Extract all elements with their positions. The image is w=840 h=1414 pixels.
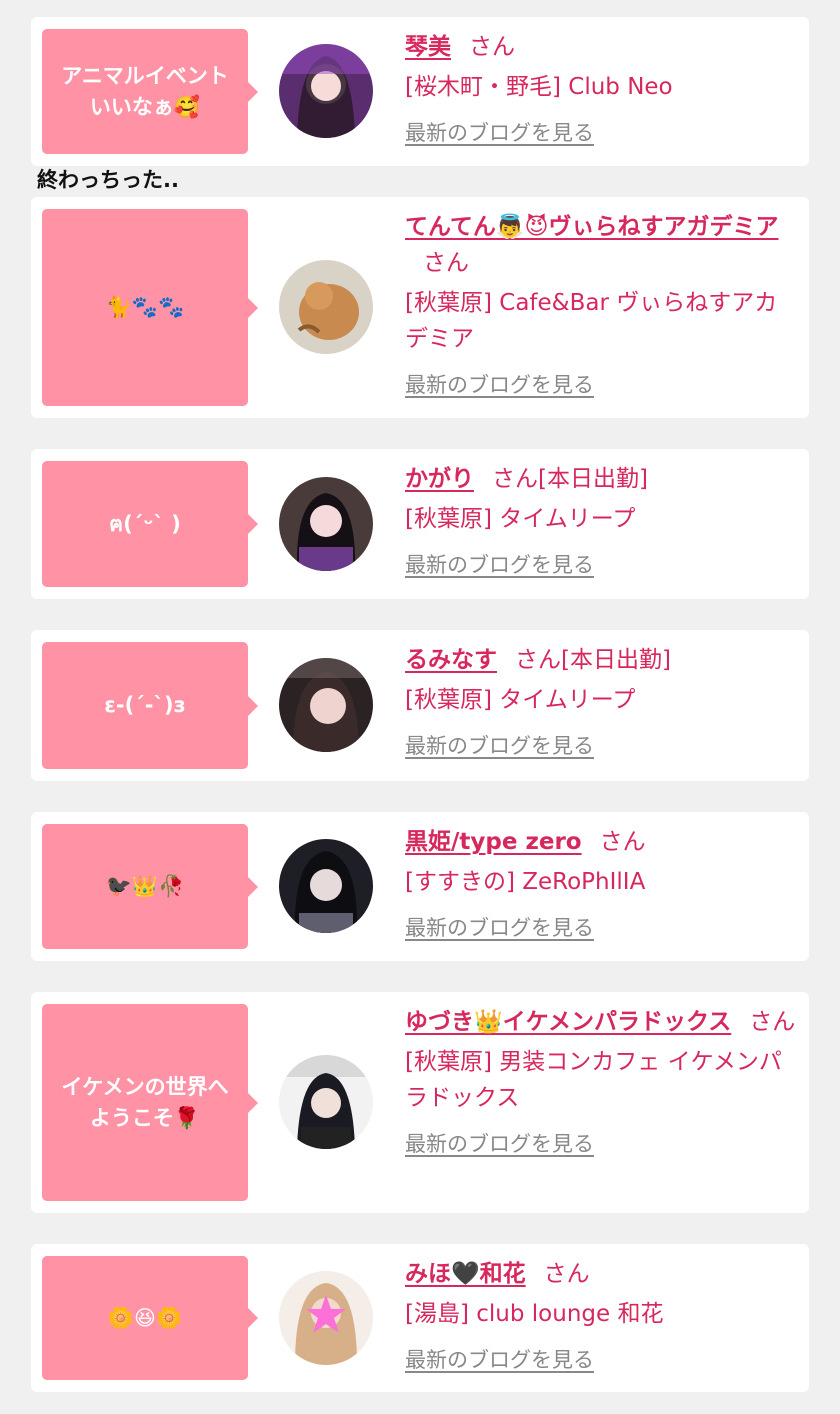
honorific: さん	[749, 1009, 796, 1035]
message-bubble: ฅ(ˊᵕˋ )	[42, 461, 258, 587]
honorific: さん	[515, 647, 561, 673]
shop-info: [秋葉原] タイムリープ	[405, 506, 636, 532]
avatar[interactable]	[279, 260, 373, 354]
avatar[interactable]	[279, 1055, 373, 1149]
honorific: さん	[543, 1261, 590, 1287]
bubble-overflow-text: 終わっちった..	[37, 168, 179, 192]
avatar[interactable]	[279, 44, 373, 138]
message-bubble: イケメンの世界へ ようこそ🌹	[42, 1004, 258, 1201]
honorific: さん	[469, 34, 515, 60]
avatar[interactable]	[279, 658, 373, 752]
cast-name-link[interactable]: みほ🖤和花	[405, 1261, 526, 1287]
duty-badge: [本日出勤]	[561, 647, 671, 673]
post-card[interactable]: ε-(´‐`)з るみなす さん[本日出勤] [秋葉原] タイムリープ 最新のブロ…	[31, 630, 809, 781]
avatar[interactable]	[279, 1271, 373, 1365]
shop-info: [湯島] club lounge 和花	[405, 1301, 664, 1327]
latest-blog-link[interactable]: 最新のブログを見る	[405, 549, 594, 579]
message-bubble: 🌼😆🌼	[42, 1256, 258, 1380]
message-bubble: 🐈🐾🐾	[42, 209, 258, 406]
shop-info: [秋葉原] 男装コンカフェ イケメンパラドックス	[405, 1049, 782, 1111]
cast-name-link[interactable]: かがり	[405, 466, 474, 492]
latest-blog-link[interactable]: 最新のブログを見る	[405, 369, 594, 399]
latest-blog-link[interactable]: 最新のブログを見る	[405, 912, 594, 942]
avatar[interactable]	[279, 477, 373, 571]
post-card[interactable]: ฅ(ˊᵕˋ ) かがり さん[本日出勤] [秋葉原] タイムリープ 最新のブログを…	[31, 449, 809, 599]
message-bubble: アニマルイベント いいなぁ🥰	[42, 29, 258, 154]
post-card[interactable]: 🐦‍⬛👑🥀 黒姫/type zero さん [すすきの] ZeRoPhIlIA 最…	[31, 812, 809, 961]
cast-name-link[interactable]: 黒姫/type zero	[405, 829, 582, 855]
cast-name-link[interactable]: るみなす	[405, 647, 497, 673]
honorific: さん	[423, 250, 469, 276]
duty-badge: [本日出勤]	[538, 466, 648, 492]
latest-blog-link[interactable]: 最新のブログを見る	[405, 1344, 594, 1374]
latest-blog-link[interactable]: 最新のブログを見る	[405, 730, 594, 760]
post-card[interactable]: イケメンの世界へ ようこそ🌹 ゆづき👑イケメンパラドックス さん [秋葉原] 男装…	[31, 992, 809, 1213]
latest-blog-link[interactable]: 最新のブログを見る	[405, 117, 594, 147]
shop-info: [すすきの] ZeRoPhIlIA	[405, 869, 646, 895]
cast-name-link[interactable]: ゆづき👑イケメンパラドックス	[405, 1009, 731, 1035]
post-card[interactable]: 🐈🐾🐾 てんてん👼😈ヴぃらねすアガデミアさん [秋葉原] Cafe&Bar ヴぃ…	[31, 197, 809, 418]
latest-blog-link[interactable]: 最新のブログを見る	[405, 1128, 594, 1158]
shop-info: [秋葉原] Cafe&Bar ヴぃらねすアカデミア	[405, 290, 778, 352]
honorific: さん	[492, 466, 538, 492]
message-bubble: ε-(´‐`)з	[42, 642, 258, 769]
honorific: さん	[599, 829, 646, 855]
post-card[interactable]: アニマルイベント いいなぁ🥰 琴美 さん [桜木町・野毛] Club Neo 最新…	[31, 17, 809, 166]
cast-name-link[interactable]: てんてん👼😈ヴぃらねすアガデミア	[405, 214, 778, 240]
shop-info: [桜木町・野毛] Club Neo	[405, 74, 673, 100]
message-bubble: 🐦‍⬛👑🥀	[42, 824, 258, 949]
avatar[interactable]	[279, 839, 373, 933]
post-card[interactable]: 🌼😆🌼 みほ🖤和花 さん [湯島] club lounge 和花 最新のブログを見…	[31, 1244, 809, 1392]
shop-info: [秋葉原] タイムリープ	[405, 687, 636, 713]
cast-name-link[interactable]: 琴美	[405, 34, 451, 60]
